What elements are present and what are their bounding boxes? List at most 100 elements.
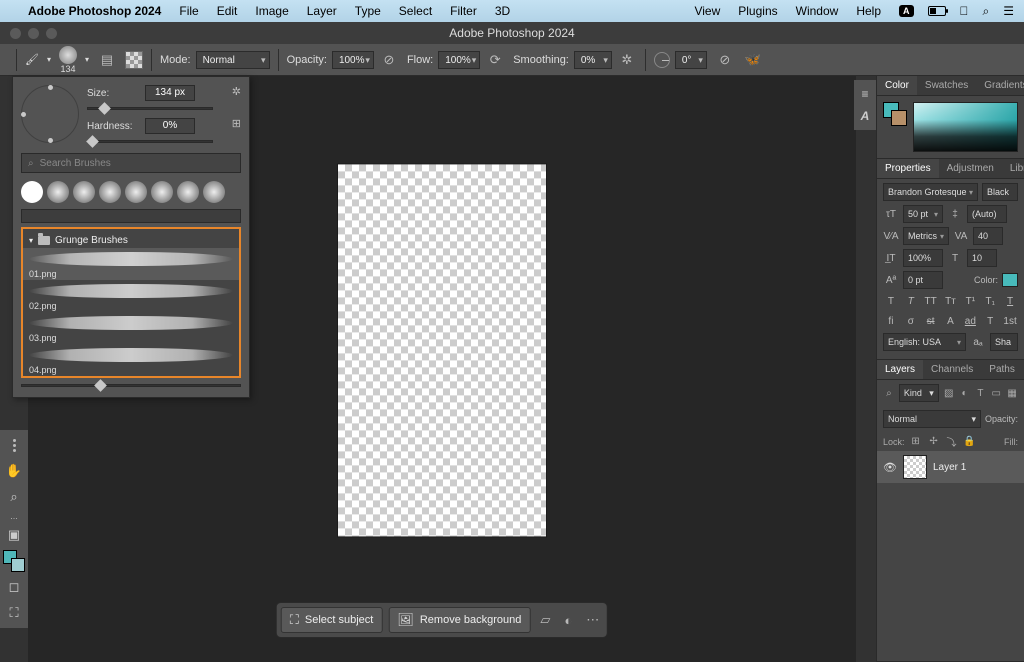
symmetry-icon[interactable]: 🦋	[743, 50, 763, 70]
tool-zoom[interactable]: ⌕	[3, 486, 25, 508]
preset-8[interactable]	[203, 181, 225, 203]
menu-filter[interactable]: Filter	[450, 4, 477, 18]
baseline-field[interactable]: 0 pt	[903, 271, 943, 289]
blend-mode-dropdown[interactable]: Normal▾	[883, 410, 981, 428]
filter-pixel-icon[interactable]: ▨	[943, 388, 955, 399]
tab-adjustments[interactable]: Adjustmen	[939, 159, 1002, 178]
lock-nest-icon[interactable]: ⤵	[945, 434, 959, 449]
filter-type-icon[interactable]: T	[974, 388, 986, 399]
italic-icon[interactable]: T	[903, 293, 919, 309]
tool-preset-caret[interactable]: ▾	[47, 55, 51, 64]
menu-help[interactable]: Help	[856, 4, 881, 18]
preset-5[interactable]	[125, 181, 147, 203]
opacity-field[interactable]: 100%	[332, 51, 374, 69]
preset-2[interactable]	[47, 181, 69, 203]
subs-icon[interactable]: T₁	[982, 293, 998, 309]
brush-item-3[interactable]: 03.png	[23, 312, 239, 344]
hardness-input[interactable]: 0%	[145, 118, 195, 134]
remove-background-button[interactable]: 🖼Remove background	[388, 607, 530, 633]
kerning-field[interactable]: Metrics▾	[903, 227, 949, 245]
menu-view[interactable]: View	[694, 4, 720, 18]
antialias-dropdown[interactable]: Sha	[990, 333, 1018, 351]
menu-layer[interactable]: Layer	[307, 4, 337, 18]
brush-options-gear-icon[interactable]: ✲	[232, 85, 241, 98]
tab-layers[interactable]: Layers	[877, 360, 923, 379]
spotlight-icon[interactable]: ⌕	[983, 4, 990, 19]
tracking-field[interactable]: 40	[973, 227, 1003, 245]
lock-position-icon[interactable]: ✢	[927, 436, 941, 447]
layer-name[interactable]: Layer 1	[933, 462, 966, 473]
fractions-icon[interactable]: 1st	[1002, 313, 1018, 329]
smallcaps-icon[interactable]: Tᴛ	[943, 293, 959, 309]
menu-plugins[interactable]: Plugins	[738, 4, 777, 18]
stylistic-icon[interactable]: σ	[903, 313, 919, 329]
brush-item-1[interactable]: 01.png	[23, 248, 239, 280]
tool-more[interactable]	[3, 434, 25, 456]
tool-icon[interactable]: 🖌	[25, 53, 39, 66]
select-subject-button[interactable]: ⛶Select subject	[281, 607, 383, 633]
airbrush-icon[interactable]: ⟳	[485, 50, 505, 70]
tool-hand[interactable]: ✋	[3, 460, 25, 482]
more-actions-icon[interactable]: ⋯	[582, 612, 603, 628]
language-dropdown[interactable]: English: USA▾	[883, 333, 966, 351]
tab-gradients[interactable]: Gradients	[976, 76, 1024, 95]
strike-icon[interactable]: st	[923, 313, 939, 329]
layer-thumbnail[interactable]	[903, 455, 927, 479]
menu-select[interactable]: Select	[399, 4, 432, 18]
filter-adjust-icon[interactable]: ◐	[959, 388, 971, 399]
brush-search[interactable]: ⌕ Search Brushes	[21, 153, 241, 173]
screenmode-toggle[interactable]: ⛶	[3, 602, 25, 624]
brush-item-2[interactable]: 02.png	[23, 280, 239, 312]
opacity-pressure-icon[interactable]: ⊘	[379, 50, 399, 70]
quickmask-toggle[interactable]: ◻	[3, 576, 25, 598]
preset-1[interactable]	[21, 181, 43, 203]
menu-file[interactable]: File	[179, 4, 198, 18]
text-color-swatch[interactable]	[1002, 273, 1018, 287]
bold-icon[interactable]: T	[883, 293, 899, 309]
new-preset-icon[interactable]: ⊞	[232, 117, 241, 130]
visibility-icon[interactable]: 👁	[883, 461, 897, 474]
color-field[interactable]	[913, 102, 1018, 152]
brush-settings-icon[interactable]: ▤	[97, 50, 117, 70]
brush-blend-icon[interactable]	[125, 51, 143, 69]
wifi-icon[interactable]: 􀙇	[960, 4, 969, 18]
tab-color[interactable]: Color	[877, 76, 917, 95]
menu-type[interactable]: Type	[355, 4, 381, 18]
angle-dial[interactable]	[654, 52, 670, 68]
tab-paths[interactable]: Paths	[981, 360, 1023, 379]
tab-channels[interactable]: Channels	[923, 360, 981, 379]
size-slider[interactable]	[87, 107, 213, 110]
supers-icon[interactable]: T¹	[962, 293, 978, 309]
flow-field[interactable]: 100%	[438, 51, 480, 69]
font-style-dropdown[interactable]: Black	[982, 183, 1018, 201]
vscale-field[interactable]: 100%	[903, 249, 943, 267]
filter-kind-dropdown[interactable]: Kind▾	[899, 384, 939, 402]
brush-item-4[interactable]: 04.png	[23, 344, 239, 376]
app-name[interactable]: Adobe Photoshop 2024	[28, 4, 161, 18]
brush-group-header[interactable]: ▾ Grunge Brushes	[23, 233, 239, 248]
brush-folder-collapsed[interactable]	[21, 209, 241, 223]
contextual-icon[interactable]: T	[982, 313, 998, 329]
font-family-dropdown[interactable]: Brandon Grotesque▾	[883, 183, 978, 201]
hardness-slider[interactable]	[87, 140, 213, 143]
hscale-field[interactable]: 10	[967, 249, 997, 267]
preset-7[interactable]	[177, 181, 199, 203]
smoothing-gear-icon[interactable]: ✲	[617, 50, 637, 70]
tab-libraries[interactable]: Librarie	[1002, 159, 1024, 178]
lock-all-icon[interactable]: 🔒	[963, 436, 977, 447]
menu-3d[interactable]: 3D	[495, 4, 510, 18]
menu-window[interactable]: Window	[796, 4, 839, 18]
filter-shape-icon[interactable]: ▭	[990, 388, 1002, 399]
fg-bg-swatches[interactable]	[3, 550, 25, 572]
keyboard-layout-icon[interactable]: A	[899, 5, 914, 17]
brush-zoom-slider[interactable]	[21, 384, 241, 387]
tablet-pressure-icon[interactable]: ⊘	[715, 50, 735, 70]
underline-icon[interactable]: T	[1002, 293, 1018, 309]
size-input[interactable]: 134 px	[145, 85, 195, 101]
canvas[interactable]	[338, 164, 546, 536]
smoothing-field[interactable]: 0%	[574, 51, 612, 69]
preset-4[interactable]	[99, 181, 121, 203]
mode-dropdown[interactable]: Normal	[196, 51, 270, 69]
artboard-tool-icon[interactable]: ▣	[3, 524, 25, 546]
adjustments-icon[interactable]: ◐	[560, 613, 576, 628]
